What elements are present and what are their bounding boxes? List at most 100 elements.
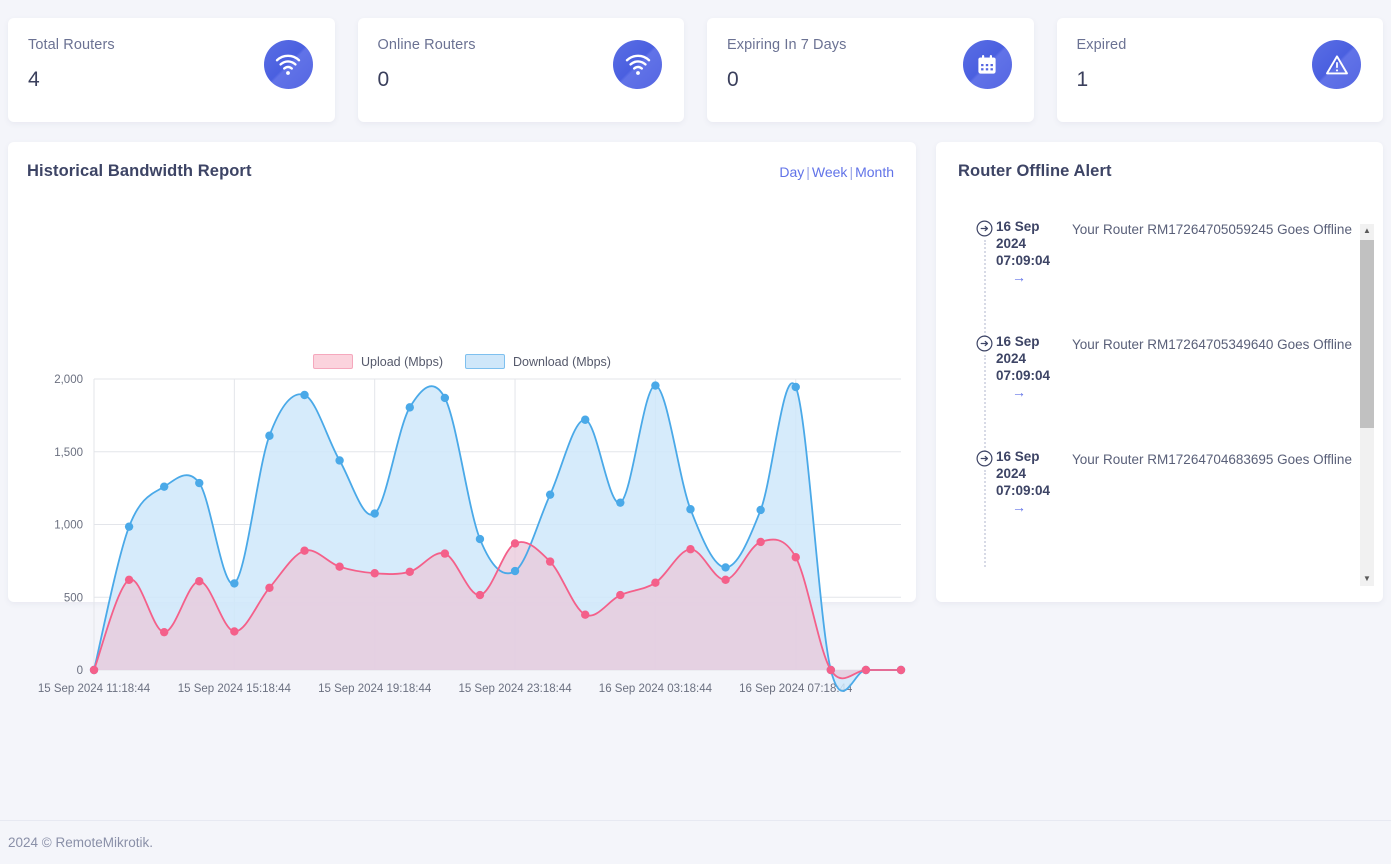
alert-timestamp-text: 16 Sep 2024 07:09:04 bbox=[996, 449, 1051, 498]
legend-swatch-upload bbox=[313, 354, 354, 369]
alert-message: Your Router RM17264704683695 Goes Offlin… bbox=[1072, 452, 1352, 467]
upload-data-point[interactable] bbox=[89, 665, 99, 675]
alert-message: Your Router RM17264705059245 Goes Offlin… bbox=[1072, 222, 1352, 237]
legend-label-download: Download (Mbps) bbox=[513, 354, 611, 369]
x-axis-tick-label: 15 Sep 2024 11:18:44 bbox=[38, 683, 151, 695]
upload-data-point[interactable] bbox=[265, 583, 274, 592]
stat-card-online-routers[interactable]: Online Routers 0 bbox=[357, 18, 684, 122]
upload-data-point[interactable] bbox=[510, 539, 520, 548]
x-axis-tick-label: 15 Sep 2024 23:18:44 bbox=[458, 683, 572, 695]
alert-detail-arrow-icon[interactable]: → bbox=[996, 384, 1070, 400]
alert-item[interactable]: 16 Sep 2024 07:09:04 → Your Router RM17264… bbox=[958, 333, 1383, 452]
range-link-month[interactable]: Month bbox=[855, 164, 894, 180]
x-axis-tick-label: 15 Sep 2024 19:18:44 bbox=[318, 683, 432, 695]
scroll-down-icon[interactable]: ▼ bbox=[1360, 572, 1374, 586]
download-data-point[interactable] bbox=[265, 431, 274, 440]
chart-legend: Upload (Mbps) Download (Mbps) bbox=[8, 354, 916, 369]
download-data-point[interactable] bbox=[300, 390, 309, 400]
alert-timestamp: 16 Sep 2024 07:09:04 → bbox=[996, 448, 1070, 515]
stat-card-expired[interactable]: Expired 1 bbox=[1056, 18, 1383, 122]
upload-data-point[interactable] bbox=[581, 610, 590, 619]
upload-data-point[interactable] bbox=[370, 569, 379, 578]
download-data-point[interactable] bbox=[195, 478, 204, 488]
scrollbar-thumb[interactable] bbox=[1360, 240, 1374, 428]
y-axis-tick-label: 1,000 bbox=[54, 520, 83, 532]
wifi-icon bbox=[263, 40, 313, 89]
upload-data-point[interactable] bbox=[861, 665, 871, 675]
download-data-point[interactable] bbox=[756, 505, 765, 515]
upload-data-point[interactable] bbox=[475, 590, 485, 600]
alert-timeline-connector bbox=[984, 240, 986, 337]
legend-item-upload[interactable]: Upload (Mbps) bbox=[313, 354, 443, 369]
upload-data-point[interactable] bbox=[756, 537, 765, 547]
stat-value: 1 bbox=[1076, 68, 1089, 91]
upload-data-point[interactable] bbox=[896, 665, 906, 675]
upload-data-point[interactable] bbox=[335, 562, 344, 571]
alert-scroll-region[interactable]: 16 Sep 2024 07:09:04 → Your Router RM17264… bbox=[936, 218, 1383, 590]
alert-item[interactable]: 16 Sep 2024 07:09:04 → Your Router RM17264… bbox=[958, 218, 1383, 337]
alert-detail-arrow-icon[interactable]: → bbox=[996, 269, 1070, 285]
upload-data-point[interactable] bbox=[124, 575, 134, 584]
download-data-point[interactable] bbox=[405, 403, 414, 412]
upload-data-point[interactable] bbox=[651, 578, 660, 587]
legend-item-download[interactable]: Download (Mbps) bbox=[465, 354, 611, 369]
legend-label-upload: Upload (Mbps) bbox=[361, 354, 443, 369]
upload-data-point[interactable] bbox=[195, 577, 204, 586]
download-data-point[interactable] bbox=[335, 456, 344, 465]
upload-data-point[interactable] bbox=[440, 549, 450, 558]
bandwidth-area-chart[interactable]: 0 500 1,000 1,500 2,000 15 Sep 2024 11:18:44 1… bbox=[8, 370, 916, 700]
alert-list: 16 Sep 2024 07:09:04 → Your Router RM17264… bbox=[936, 218, 1383, 567]
stat-card-total-routers[interactable]: Total Routers 4 bbox=[8, 18, 335, 122]
x-axis-tick-label: 15 Sep 2024 15:18:44 bbox=[178, 683, 292, 695]
upload-data-point[interactable] bbox=[791, 553, 800, 562]
upload-data-point[interactable] bbox=[159, 627, 169, 637]
download-data-point[interactable] bbox=[475, 534, 485, 544]
alert-timestamp-text: 16 Sep 2024 07:09:04 bbox=[996, 219, 1051, 268]
upload-data-point[interactable] bbox=[826, 665, 836, 675]
alert-bullet-icon bbox=[976, 220, 993, 237]
download-data-point[interactable] bbox=[124, 522, 134, 531]
alert-bullet-icon bbox=[976, 450, 993, 467]
download-data-point[interactable] bbox=[510, 566, 520, 576]
upload-data-point[interactable] bbox=[616, 590, 625, 600]
download-data-point[interactable] bbox=[686, 505, 695, 514]
footer-text: 2024 © RemoteMikrotik. bbox=[8, 835, 153, 850]
calendar-icon bbox=[962, 40, 1012, 89]
alert-detail-arrow-icon[interactable]: → bbox=[996, 499, 1070, 515]
alert-timestamp: 16 Sep 2024 07:09:04 → bbox=[996, 218, 1070, 285]
historical-bandwidth-panel: Historical Bandwidth Report Day | Week | Mon… bbox=[8, 142, 916, 695]
alert-timeline-connector bbox=[984, 470, 986, 567]
stat-value: 0 bbox=[377, 68, 390, 91]
scroll-up-icon[interactable]: ▲ bbox=[1360, 224, 1374, 238]
alert-timestamp-text: 16 Sep 2024 07:09:04 bbox=[996, 334, 1051, 383]
download-data-point[interactable] bbox=[159, 482, 169, 491]
download-data-point[interactable] bbox=[791, 382, 800, 392]
chart-panel-header: Historical Bandwidth Report Day | Week | Mon… bbox=[8, 142, 916, 200]
range-separator: | bbox=[806, 164, 810, 180]
download-data-point[interactable] bbox=[545, 490, 555, 499]
alert-timestamp: 16 Sep 2024 07:09:04 → bbox=[996, 333, 1070, 400]
range-link-day[interactable]: Day bbox=[779, 164, 804, 180]
legend-swatch-download bbox=[465, 354, 505, 369]
alert-item[interactable]: 16 Sep 2024 07:09:04 → Your Router RM17264… bbox=[958, 448, 1383, 567]
download-data-point[interactable] bbox=[440, 393, 450, 403]
download-data-point[interactable] bbox=[230, 579, 239, 588]
alert-bullet-icon bbox=[976, 335, 993, 352]
download-data-point[interactable] bbox=[721, 563, 730, 572]
upload-data-point[interactable] bbox=[686, 545, 695, 554]
wifi-icon bbox=[613, 40, 662, 89]
download-data-point[interactable] bbox=[616, 498, 625, 507]
upload-data-point[interactable] bbox=[405, 567, 414, 576]
download-data-point[interactable] bbox=[581, 415, 590, 424]
range-link-week[interactable]: Week bbox=[812, 164, 848, 180]
upload-data-point[interactable] bbox=[300, 546, 309, 555]
upload-data-point[interactable] bbox=[230, 627, 239, 636]
y-axis-tick-label: 1,500 bbox=[54, 447, 83, 459]
download-data-point[interactable] bbox=[370, 509, 379, 518]
upload-data-point[interactable] bbox=[545, 557, 555, 566]
stat-card-expiring-in-7-days[interactable]: Expiring In 7 Days 0 bbox=[707, 18, 1034, 122]
stat-value: 4 bbox=[28, 68, 40, 91]
upload-data-point[interactable] bbox=[721, 575, 730, 584]
download-data-point[interactable] bbox=[651, 381, 660, 390]
alert-scrollbar[interactable]: ▲ ▼ bbox=[1360, 224, 1374, 586]
